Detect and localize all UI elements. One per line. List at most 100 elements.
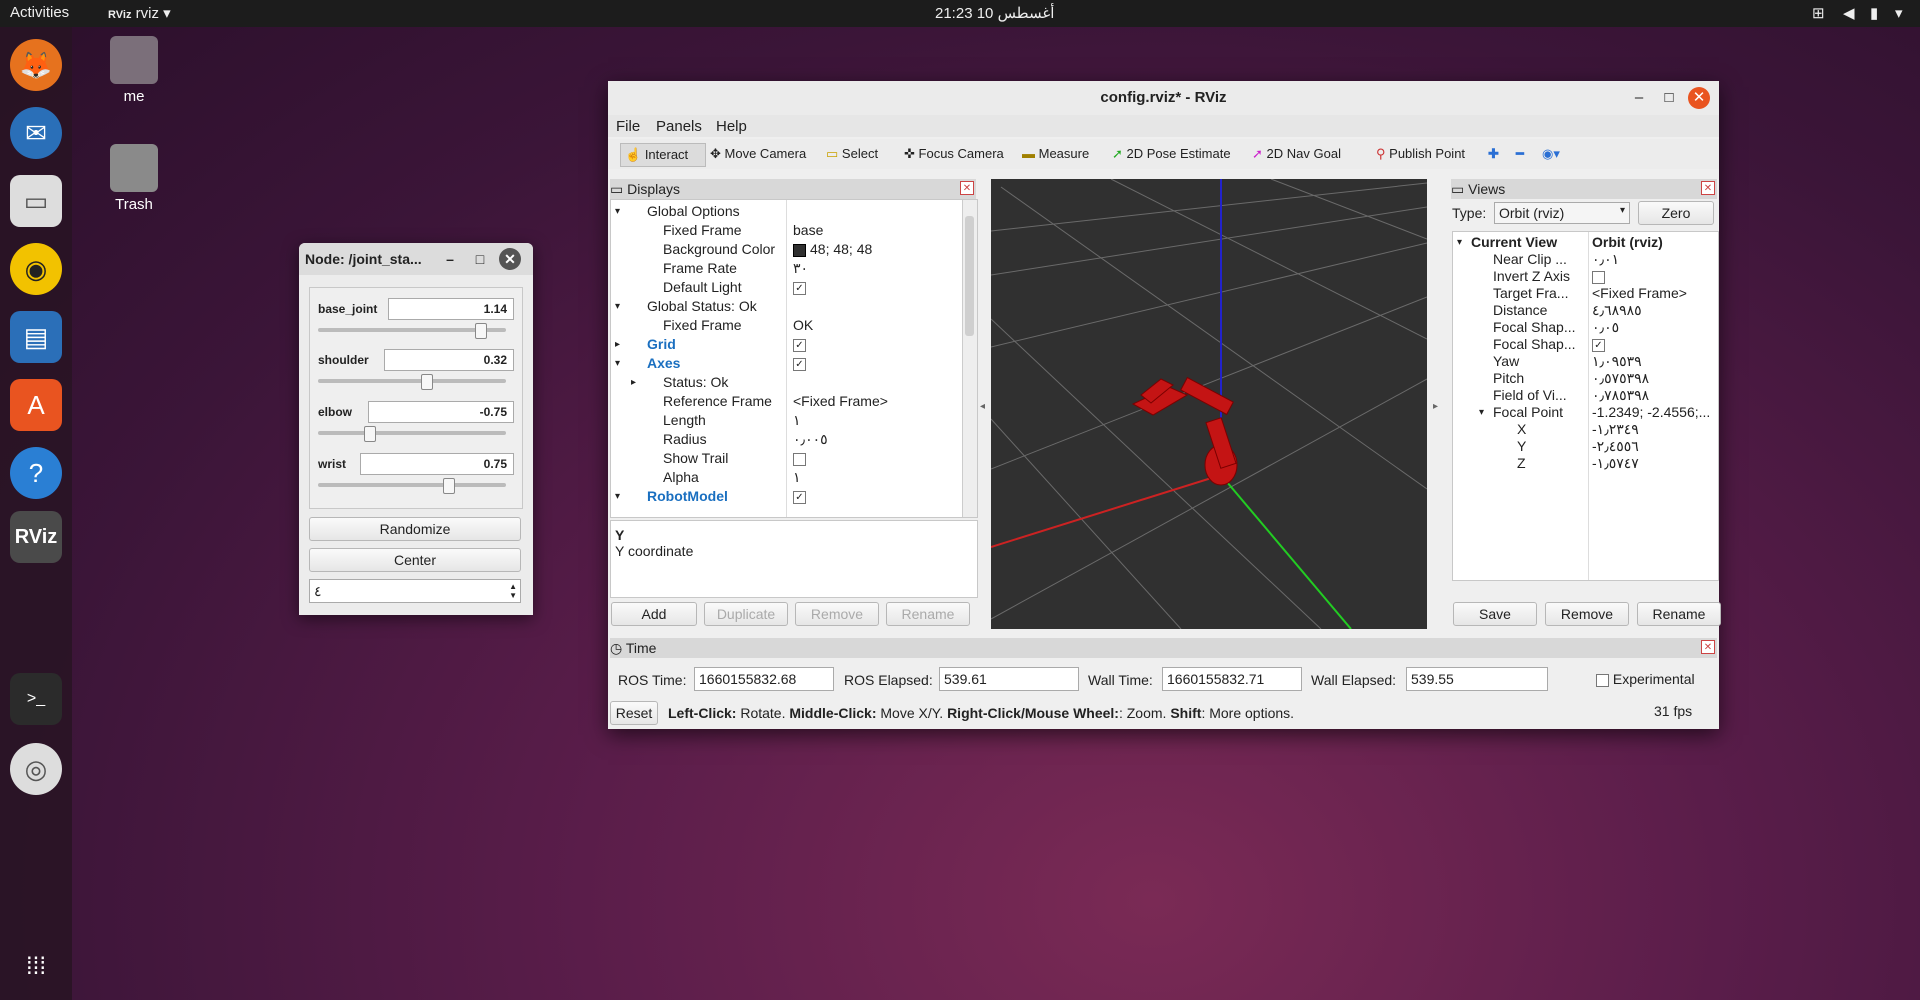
joint-value-field[interactable]: -0.75 bbox=[368, 401, 514, 423]
views-close-icon[interactable]: ✕ bbox=[1701, 181, 1715, 195]
display-row-value[interactable]: OK bbox=[793, 316, 813, 335]
tool-move-camera[interactable]: ✥ Move Camera bbox=[710, 143, 806, 165]
display-row-value[interactable]: ✓ bbox=[793, 335, 806, 354]
display-row-value[interactable]: ١ bbox=[793, 468, 801, 487]
app-menu[interactable]: RViz rviz ▾ bbox=[108, 4, 171, 22]
add-display-button[interactable]: Add bbox=[611, 602, 697, 626]
volume-icon[interactable]: ◀ bbox=[1843, 4, 1855, 22]
menu-help[interactable]: Help bbox=[716, 118, 747, 135]
slider-handle[interactable] bbox=[364, 426, 377, 442]
display-row-value[interactable]: ٣٠ bbox=[793, 259, 808, 278]
tool-2d-pose-estimate[interactable]: ➚ 2D Pose Estimate bbox=[1112, 143, 1231, 165]
joint-value-field[interactable]: 0.75 bbox=[360, 453, 514, 475]
view-row[interactable]: ▾ Focal Point -1.2349; -2.4556;... bbox=[1453, 404, 1713, 421]
expanded-arrow-icon[interactable]: ▾ bbox=[1479, 404, 1484, 421]
display-checkbox[interactable]: ✓ bbox=[793, 338, 806, 352]
slider-handle[interactable] bbox=[421, 374, 434, 390]
joint-value-field[interactable]: 1.14 bbox=[388, 298, 514, 320]
view-row[interactable]: Y -٢٫٤٥٥٦ bbox=[1453, 438, 1713, 455]
display-row[interactable]: Alpha ١ bbox=[611, 468, 961, 487]
collapsed-arrow-icon[interactable]: ▸ bbox=[631, 373, 636, 392]
ros-time-field[interactable]: 1660155832.68 bbox=[694, 667, 834, 691]
wall-time-field[interactable]: 1660155832.71 bbox=[1162, 667, 1302, 691]
view-row-value[interactable]: ✓ bbox=[1592, 336, 1605, 353]
close-icon[interactable]: ✕ bbox=[499, 248, 521, 270]
view-row[interactable]: Distance ٤٫٦٨٩٨٥ bbox=[1453, 302, 1713, 319]
display-row[interactable]: Length ١ bbox=[611, 411, 961, 430]
randomize-button[interactable]: Randomize bbox=[309, 517, 521, 541]
show-apps-grid-icon[interactable]: ⁞⁞⁞ bbox=[10, 941, 62, 993]
remove-tool-icon[interactable]: ━ bbox=[1516, 143, 1524, 165]
displays-tree[interactable]: ▾ Global Options Fixed Frame base Background… bbox=[610, 199, 978, 518]
joint-state-titlebar[interactable]: Node: /joint_sta... – □ ✕ bbox=[299, 243, 533, 275]
maximize-icon[interactable]: □ bbox=[469, 248, 491, 270]
joint-slider[interactable] bbox=[318, 426, 506, 442]
ros-elapsed-field[interactable]: 539.61 bbox=[939, 667, 1079, 691]
remove-display-button[interactable]: Remove bbox=[795, 602, 879, 626]
joint-slider[interactable] bbox=[318, 478, 506, 494]
experimental-toggle[interactable]: Experimental bbox=[1596, 671, 1695, 687]
display-row[interactable]: Frame Rate ٣٠ bbox=[611, 259, 961, 278]
view-row[interactable]: Target Fra... <Fixed Frame> bbox=[1453, 285, 1713, 302]
display-row[interactable]: ▸ Grid ✓ bbox=[611, 335, 961, 354]
firefox-icon[interactable]: 🦊 bbox=[10, 39, 62, 91]
tool-properties-eye-icon[interactable]: ◉▾ bbox=[1542, 143, 1560, 165]
view-type-select[interactable]: Orbit (rviz) ▾ bbox=[1494, 202, 1630, 224]
help-icon[interactable]: ? bbox=[10, 447, 62, 499]
display-row[interactable]: ▾ Global Options bbox=[611, 202, 961, 221]
view-row-value[interactable]: ٠٫٧٨٥٣٩٨ bbox=[1592, 387, 1649, 404]
rviz-dock-icon[interactable]: RViz bbox=[10, 511, 62, 563]
display-row[interactable]: ▾ RobotModel ✓ bbox=[611, 487, 961, 506]
view-checkbox[interactable] bbox=[1592, 270, 1605, 284]
rename-view-button[interactable]: Rename bbox=[1637, 602, 1721, 626]
rhythmbox-icon[interactable]: ◉ bbox=[10, 243, 62, 295]
wall-elapsed-field[interactable]: 539.55 bbox=[1406, 667, 1548, 691]
right-collapse-arrow-icon[interactable]: ▸ bbox=[1433, 401, 1438, 412]
expanded-arrow-icon[interactable]: ▾ bbox=[615, 297, 620, 316]
view-row-value[interactable]: -١٫٢٣٤٩ bbox=[1592, 421, 1639, 438]
view-row[interactable]: Field of Vi... ٠٫٧٨٥٣٩٨ bbox=[1453, 387, 1713, 404]
view-checkbox[interactable]: ✓ bbox=[1592, 338, 1605, 352]
display-row-value[interactable]: ٠٫٠٠٥ bbox=[793, 430, 828, 449]
writer-icon[interactable]: ▤ bbox=[10, 311, 62, 363]
spin-arrows-icon[interactable]: ▲ ▼ bbox=[509, 582, 517, 600]
collapsed-arrow-icon[interactable]: ▸ bbox=[615, 335, 620, 354]
left-collapse-arrow-icon[interactable]: ◂ bbox=[980, 401, 985, 412]
remove-view-button[interactable]: Remove bbox=[1545, 602, 1629, 626]
view-row-value[interactable] bbox=[1592, 268, 1605, 285]
display-row-value[interactable]: 48; 48; 48 bbox=[793, 240, 872, 259]
display-row-value[interactable] bbox=[793, 449, 806, 468]
expanded-arrow-icon[interactable]: ▾ bbox=[615, 202, 620, 221]
tool-focus-camera[interactable]: ✜ Focus Camera bbox=[904, 143, 1004, 165]
view-row-value[interactable]: ٠٫٠١ bbox=[1592, 251, 1619, 268]
zero-button[interactable]: Zero bbox=[1638, 201, 1714, 225]
thunderbird-icon[interactable]: ✉ bbox=[10, 107, 62, 159]
joint-slider[interactable] bbox=[318, 374, 506, 390]
view-row[interactable]: Z -١٫٥٧٤٧ bbox=[1453, 455, 1713, 472]
display-row[interactable]: ▾ Global Status: Ok bbox=[611, 297, 961, 316]
view-row[interactable]: Invert Z Axis bbox=[1453, 268, 1713, 285]
clock[interactable]: 21:23 10 أغسطس bbox=[935, 4, 1054, 22]
view-row[interactable]: X -١٫٢٣٤٩ bbox=[1453, 421, 1713, 438]
displays-close-icon[interactable]: ✕ bbox=[960, 181, 974, 195]
display-row-value[interactable]: <Fixed Frame> bbox=[793, 392, 888, 411]
rename-display-button[interactable]: Rename bbox=[886, 602, 970, 626]
menu-file[interactable]: File bbox=[616, 118, 640, 135]
display-row-value[interactable]: ✓ bbox=[793, 354, 806, 373]
view-row-value[interactable]: Orbit (rviz) bbox=[1592, 234, 1663, 251]
view-row-value[interactable]: ٠٫٠٥ bbox=[1592, 319, 1619, 336]
add-tool-icon[interactable]: ✚ bbox=[1488, 143, 1499, 165]
display-row[interactable]: Fixed Frame OK bbox=[611, 316, 961, 335]
rviz-minimize-icon[interactable]: – bbox=[1628, 87, 1650, 109]
display-row[interactable]: Show Trail bbox=[611, 449, 961, 468]
display-row-value[interactable]: ١ bbox=[793, 411, 801, 430]
display-row[interactable]: Reference Frame <Fixed Frame> bbox=[611, 392, 961, 411]
joint-slider[interactable] bbox=[318, 323, 506, 339]
display-row[interactable]: ▸ Status: Ok bbox=[611, 373, 961, 392]
files-icon[interactable]: ▭ bbox=[10, 175, 62, 227]
3d-viewport[interactable] bbox=[991, 179, 1427, 629]
experimental-checkbox[interactable] bbox=[1596, 673, 1609, 687]
spinbox-input[interactable]: ٤ ▲ ▼ bbox=[309, 579, 521, 603]
display-row[interactable]: Default Light ✓ bbox=[611, 278, 961, 297]
system-menu-chevron-icon[interactable]: ▾ bbox=[1895, 4, 1903, 22]
